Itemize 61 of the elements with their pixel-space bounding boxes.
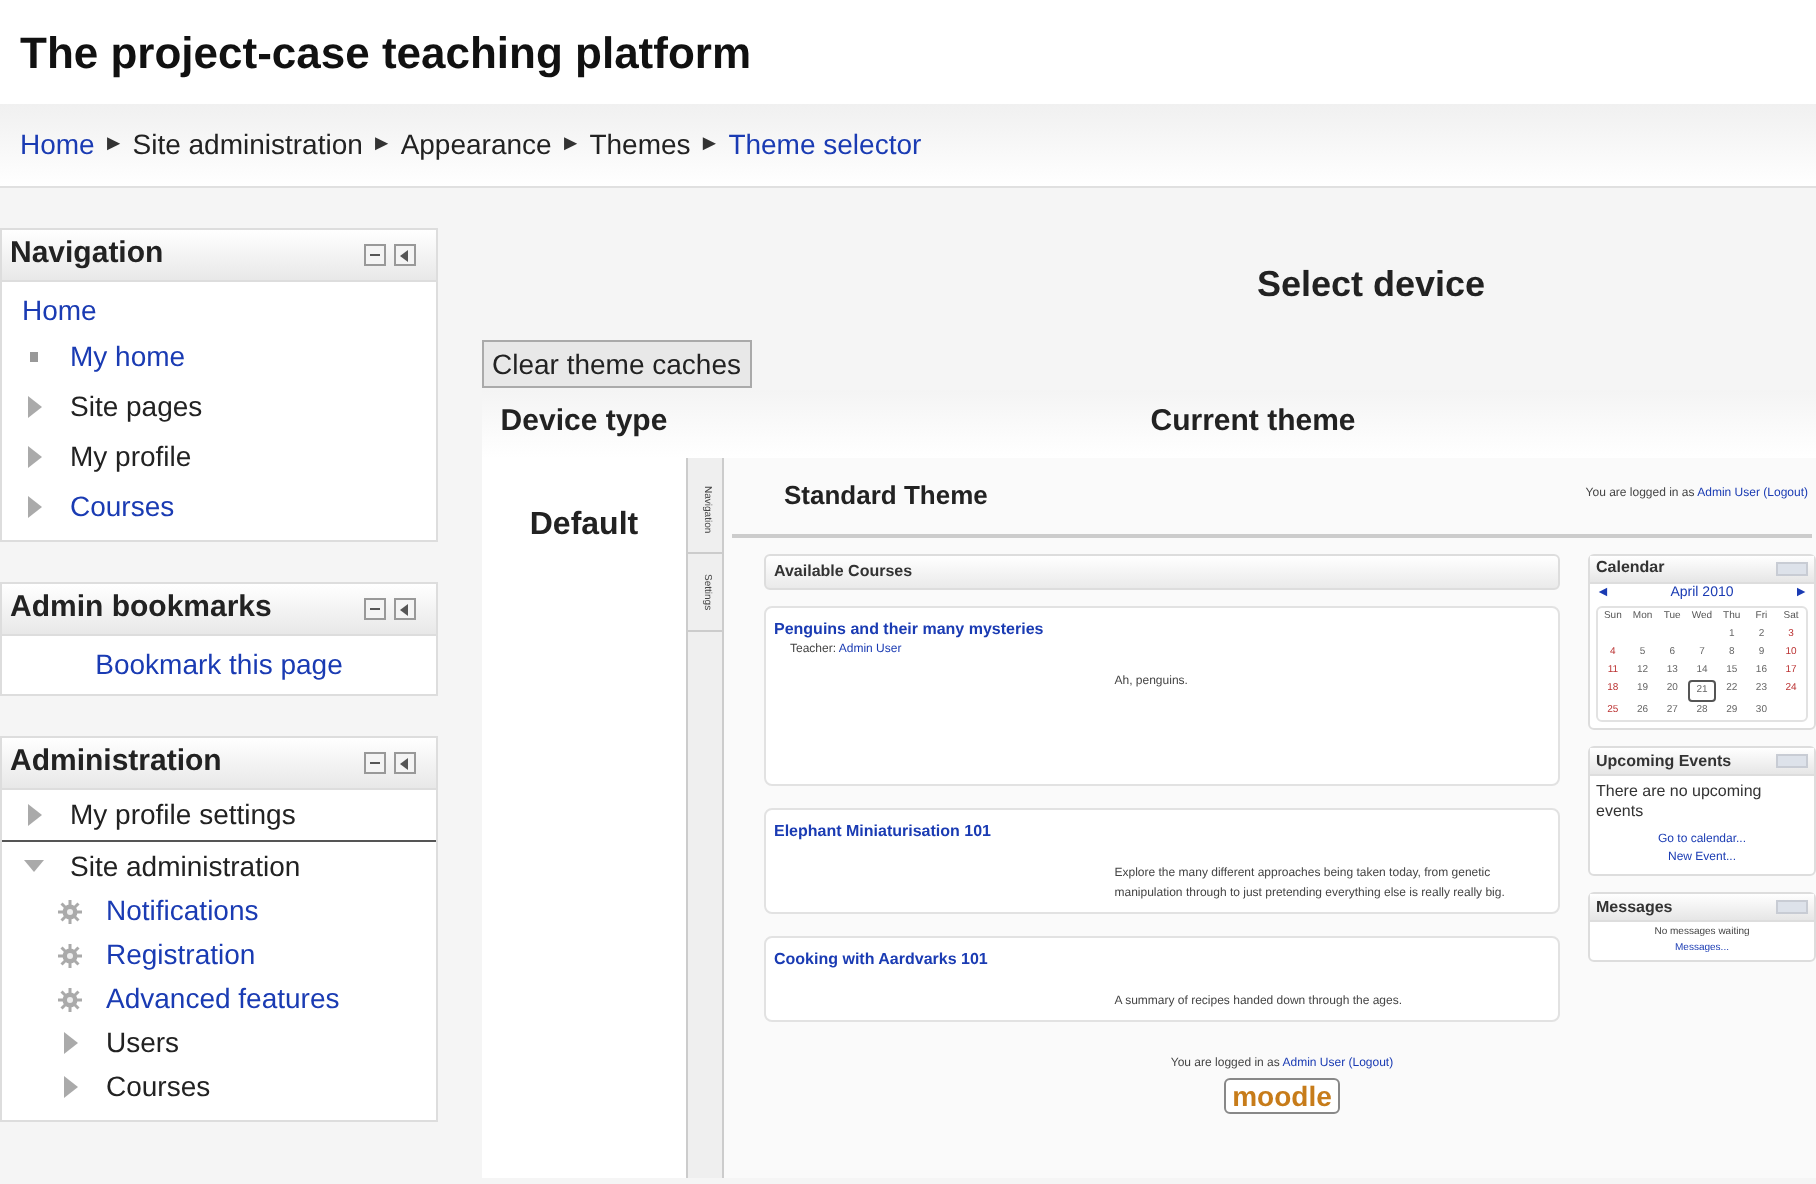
block-controls-icon bbox=[1776, 561, 1808, 575]
collapsed-arrow-icon[interactable] bbox=[27, 446, 41, 468]
moodle-logo: moodle bbox=[1224, 1077, 1340, 1113]
preview-block-title: Calendar bbox=[1596, 556, 1665, 580]
nav-item[interactable]: Advanced features bbox=[106, 978, 340, 1020]
nav-item[interactable]: My profile bbox=[70, 436, 192, 478]
course-name[interactable]: Elephant Miniaturisation 101 bbox=[774, 819, 1550, 843]
dock-icon[interactable] bbox=[394, 244, 416, 266]
breadcrumb-link[interactable]: Site administration bbox=[132, 124, 363, 166]
breadcrumb-link[interactable]: Theme selector bbox=[728, 124, 922, 166]
collapsed-arrow-icon[interactable] bbox=[27, 496, 41, 518]
preview-block-title: Upcoming Events bbox=[1596, 749, 1732, 773]
bookmark-link[interactable]: Bookmark this page bbox=[95, 644, 343, 686]
nav-item[interactable]: Site administration bbox=[70, 846, 301, 888]
collapsed-arrow-icon[interactable] bbox=[63, 1032, 77, 1054]
course-name[interactable]: Cooking with Aardvarks 101 bbox=[774, 947, 1550, 971]
preview-title: Standard Theme bbox=[784, 477, 988, 514]
minimize-icon[interactable] bbox=[364, 752, 386, 774]
gear-icon bbox=[58, 939, 82, 971]
nav-item[interactable]: Courses bbox=[70, 486, 175, 528]
course-name[interactable]: Penguins and their many mysteries bbox=[774, 617, 1550, 641]
dock-icon[interactable] bbox=[394, 752, 416, 774]
column-header: Device type bbox=[498, 402, 670, 443]
nav-item[interactable]: Notifications bbox=[106, 890, 259, 932]
breadcrumb-separator: ► bbox=[102, 130, 125, 161]
site-title: The project-case teaching platform bbox=[20, 25, 752, 82]
gear-icon bbox=[58, 983, 82, 1015]
minimize-icon[interactable] bbox=[364, 244, 386, 266]
breadcrumb-link[interactable]: Home bbox=[20, 124, 95, 166]
breadcrumb-separator: ► bbox=[698, 130, 721, 161]
column-header: Current theme bbox=[1148, 402, 1358, 443]
nav-item[interactable]: My profile settings bbox=[70, 794, 296, 836]
nav-item[interactable]: My home bbox=[70, 336, 186, 378]
nav-home[interactable]: Home bbox=[2, 282, 436, 332]
expanded-arrow-icon[interactable] bbox=[24, 860, 44, 874]
block-controls-icon bbox=[1776, 900, 1808, 914]
collapsed-arrow-icon[interactable] bbox=[27, 804, 41, 826]
block-controls-icon bbox=[1776, 754, 1808, 768]
breadcrumb-link[interactable]: Themes bbox=[589, 124, 691, 166]
page-heading: Select device bbox=[1256, 261, 1486, 307]
collapsed-arrow-icon[interactable] bbox=[63, 1076, 77, 1098]
events-text: There are no upcoming events bbox=[1596, 782, 1764, 822]
block-title: Administration bbox=[10, 742, 222, 783]
breadcrumb-separator: ► bbox=[370, 130, 393, 161]
preview-block-title: Messages bbox=[1596, 895, 1673, 919]
collapsed-arrow-icon[interactable] bbox=[27, 396, 41, 418]
bullet-icon bbox=[30, 352, 38, 362]
clear-caches-button[interactable]: Clear theme caches bbox=[482, 340, 752, 388]
nav-item[interactable]: Site pages bbox=[70, 386, 203, 428]
nav-item[interactable]: Users bbox=[106, 1022, 180, 1064]
courses-header: Available Courses bbox=[764, 553, 1560, 589]
breadcrumb-separator: ► bbox=[559, 130, 582, 161]
nav-item[interactable]: Registration bbox=[106, 934, 256, 976]
dock-icon[interactable] bbox=[394, 598, 416, 620]
block-title: Navigation bbox=[10, 234, 164, 275]
gear-icon bbox=[58, 895, 82, 927]
minimize-icon[interactable] bbox=[364, 598, 386, 620]
nav-item[interactable]: Courses bbox=[106, 1066, 211, 1108]
breadcrumb-link[interactable]: Appearance bbox=[400, 124, 552, 166]
block-title: Admin bookmarks bbox=[10, 588, 272, 629]
device-type: Default bbox=[529, 505, 639, 545]
